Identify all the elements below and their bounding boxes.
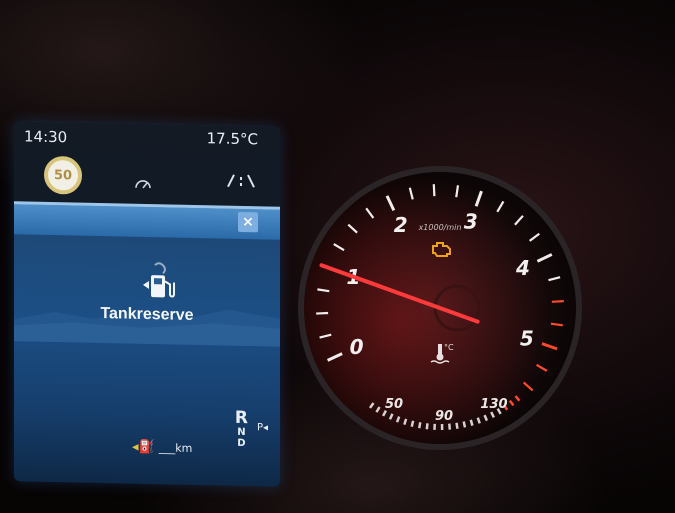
clock-time: 14:30 (24, 127, 68, 147)
speed-limit-value: 50 (53, 167, 73, 183)
gear-d: D (237, 437, 246, 450)
rpm-unit-label: x1000/min (418, 223, 462, 232)
speedometer-icon (134, 176, 152, 196)
coolant-tick (455, 422, 459, 429)
gear-r: R (234, 407, 248, 429)
range-readout: ◂⛽ ___km (132, 440, 192, 456)
display-status-bar: 14:30 17.5°C 50 (14, 121, 280, 207)
gear-p: P◂ (256, 422, 268, 434)
rpm-tick (432, 184, 436, 197)
outside-temperature: 17.5°C (206, 129, 258, 149)
coolant-tick (410, 420, 415, 427)
gear-n: N (237, 426, 246, 439)
speed-limit-sign: 50 (44, 155, 82, 195)
message-title-bar: × (14, 201, 280, 240)
range-value: ___km (158, 441, 193, 455)
tachometer: 012345 5090130 x1000/min °C (292, 160, 588, 456)
instrument-display: 14:30 17.5°C 50 × Tankreserve ◂⛽ ___km R… (14, 121, 280, 487)
rpm-tick (316, 311, 329, 315)
coolant-label: 50 (385, 397, 403, 412)
tachometer-dial: 012345 5090130 x1000/min °C (298, 166, 582, 450)
coolant-tick (425, 423, 429, 430)
coolant-tick (403, 418, 408, 426)
coolant-label: 130 (480, 397, 507, 412)
coolant-tick (462, 421, 467, 428)
coolant-tick (418, 422, 422, 429)
rpm-label: 5 (520, 326, 534, 350)
coolant-label: 90 (435, 409, 453, 424)
rpm-label: 0 (350, 335, 364, 359)
fuel-range-icon: ◂⛽ (132, 439, 155, 456)
rpm-label: 2 (394, 213, 408, 237)
close-button[interactable]: × (238, 211, 258, 233)
lane-assist-icon (226, 174, 256, 193)
gear-selector: R N D (234, 407, 248, 450)
svg-text:°C: °C (444, 343, 454, 352)
fuel-pump-icon (139, 261, 177, 302)
coolant-tick (469, 419, 474, 426)
rpm-label: 3 (464, 209, 478, 233)
rpm-tick (551, 300, 564, 303)
rpm-label: 4 (515, 256, 530, 280)
